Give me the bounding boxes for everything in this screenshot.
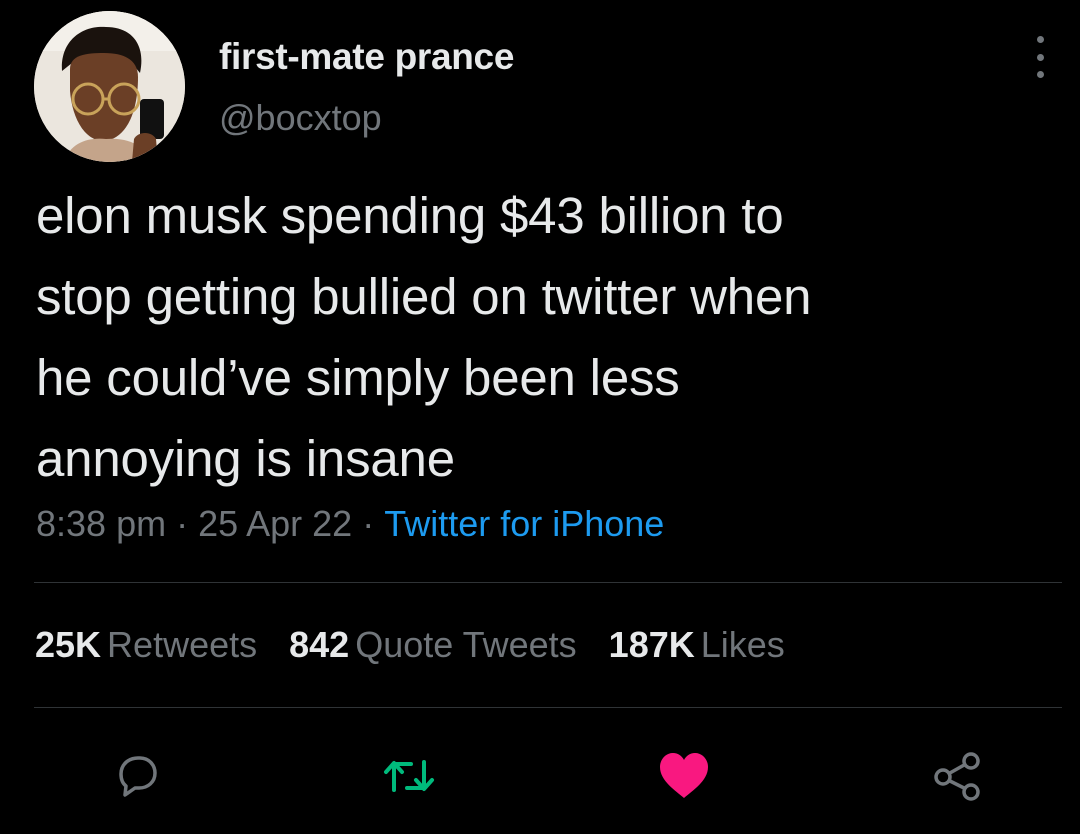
likes-count: 187K bbox=[608, 624, 695, 665]
heart-filled-icon bbox=[660, 753, 708, 798]
avatar-photo bbox=[34, 11, 185, 162]
quote-tweets-stat[interactable]: 842 Quote Tweets bbox=[289, 624, 577, 666]
more-options-icon[interactable] bbox=[1026, 36, 1054, 78]
quote-tweets-count: 842 bbox=[289, 624, 350, 665]
retweets-label: Retweets bbox=[107, 624, 258, 665]
like-button[interactable] bbox=[656, 748, 712, 804]
retweet-arrows-icon bbox=[384, 760, 434, 792]
tweet-text: elon musk spending $43 billion to stop g… bbox=[36, 187, 812, 487]
divider bbox=[34, 582, 1062, 583]
retweet-button[interactable] bbox=[381, 748, 437, 804]
retweets-count: 25K bbox=[35, 624, 102, 665]
tweet-stats: 25K Retweets 842 Quote Tweets 187K Likes bbox=[35, 624, 817, 666]
reply-bubble-icon bbox=[119, 756, 157, 797]
tweet-meta: 8:38 pm · 25 Apr 22 · Twitter for iPhone bbox=[36, 503, 664, 545]
likes-stat[interactable]: 187K Likes bbox=[609, 624, 785, 666]
tweet-date[interactable]: 25 Apr 22 bbox=[198, 503, 352, 544]
quote-tweets-label: Quote Tweets bbox=[355, 624, 577, 665]
share-nodes-icon bbox=[934, 752, 980, 801]
avatar[interactable] bbox=[34, 11, 185, 162]
tweet-source-link[interactable]: Twitter for iPhone bbox=[384, 503, 664, 544]
divider bbox=[34, 707, 1062, 708]
meta-separator: · bbox=[362, 503, 375, 544]
author-handle[interactable]: @bocxtop bbox=[219, 97, 382, 139]
retweets-stat[interactable]: 25K Retweets bbox=[35, 624, 257, 666]
author-display-name[interactable]: first-mate prance bbox=[219, 36, 514, 78]
tweet-time[interactable]: 8:38 pm bbox=[36, 503, 166, 544]
share-button[interactable] bbox=[930, 748, 986, 804]
tweet-detail: first-mate prance @bocxtop elon musk spe… bbox=[0, 0, 1080, 834]
meta-separator: · bbox=[176, 503, 189, 544]
reply-button[interactable] bbox=[109, 748, 165, 804]
likes-label: Likes bbox=[700, 624, 785, 665]
